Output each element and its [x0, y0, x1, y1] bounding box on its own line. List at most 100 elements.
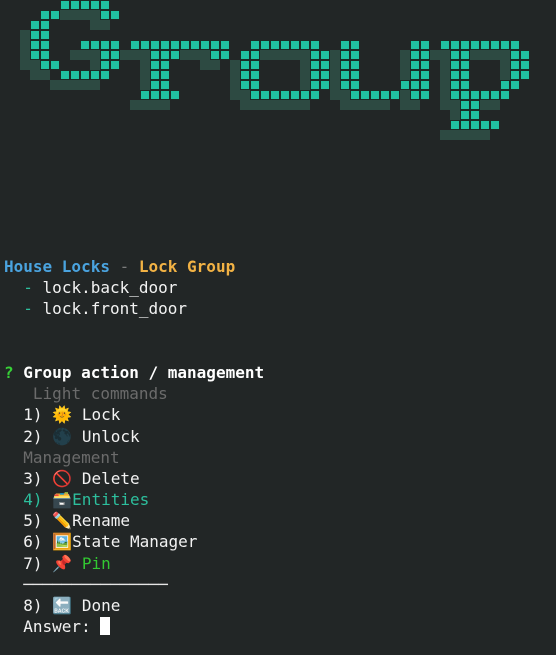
banner-block-g	[40, 30, 50, 40]
banner-block-p	[450, 50, 460, 60]
banner-block-g	[30, 30, 40, 40]
banner-block-p	[460, 120, 470, 130]
breadcrumb-separator: -	[109, 257, 139, 276]
option-number: 7)	[23, 553, 43, 573]
banner-block-g	[30, 20, 40, 30]
banner-block-u	[420, 80, 430, 90]
banner-block-u	[410, 40, 420, 50]
banner-shadow-block-u	[360, 100, 370, 110]
banner-shadow-block-u	[400, 60, 410, 70]
option-number: 6)	[23, 532, 43, 552]
section-heading-management: Management	[23, 447, 120, 467]
banner-block-u	[340, 40, 350, 50]
banner-shadow-block-r	[140, 70, 150, 80]
banner-shadow-block-p	[480, 130, 490, 140]
text-cursor[interactable]	[100, 617, 111, 636]
menu-option-entities-selected[interactable]: 4) 🗃️Entities	[4, 489, 556, 510]
banner-shadow-block-g	[90, 80, 100, 90]
banner-block-p	[510, 70, 520, 80]
banner-block-r	[220, 40, 230, 50]
menu-option-unlock[interactable]: 2) 🌑 Unlock	[4, 426, 556, 447]
banner-shadow-block-o	[300, 70, 310, 80]
banner-shadow-block-r	[180, 50, 190, 60]
menu-option-rename[interactable]: 5) ✏️Rename	[4, 510, 556, 531]
banner-block-r	[170, 50, 180, 60]
banner-block-p	[460, 80, 470, 90]
banner-shadow-block-r	[200, 60, 210, 70]
menu-option-done[interactable]: 8) 🔙 Done	[4, 595, 556, 616]
banner-block-u	[420, 50, 430, 60]
banner-block-u	[370, 90, 380, 100]
banner-block-p	[460, 50, 470, 60]
banner-block-g	[60, 0, 70, 10]
banner-shadow-block-p	[440, 80, 450, 90]
banner-shadow-block-p	[450, 110, 460, 120]
banner-shadow-block-g	[20, 60, 30, 70]
banner-block-r	[150, 50, 160, 60]
answer-input[interactable]: Answer:	[4, 616, 556, 637]
banner-block-g	[50, 10, 60, 20]
banner-shadow-block-u	[350, 100, 360, 110]
banner-shadow-block-g	[70, 10, 80, 20]
banner-shadow-block-u	[400, 100, 410, 110]
banner-shadow-block-u	[400, 50, 410, 60]
prohibited-icon: 🚫	[52, 468, 73, 488]
menu-option-delete[interactable]: 3) 🚫 Delete	[4, 468, 556, 489]
banner-block-o	[270, 40, 280, 50]
banner-block-r	[160, 90, 170, 100]
banner-block-p	[460, 40, 470, 50]
banner-block-o	[280, 90, 290, 100]
banner-block-o	[320, 50, 330, 60]
banner-block-g	[50, 60, 60, 70]
banner-block-p	[480, 40, 490, 50]
banner-block-g	[40, 60, 50, 70]
menu-option-lock[interactable]: 1) 🌞 Lock	[4, 404, 556, 425]
banner-shadow-block-o	[240, 90, 250, 100]
banner-block-u	[340, 80, 350, 90]
sun-icon: 🌞	[52, 405, 73, 425]
option-label: Pin	[81, 553, 111, 573]
banner-block-r	[190, 40, 200, 50]
banner-shadow-block-u	[330, 70, 340, 80]
banner-block-u	[410, 70, 420, 80]
banner-block-o	[250, 80, 260, 90]
banner-block-r	[150, 80, 160, 90]
banner-shadow-block-o	[270, 100, 280, 110]
banner-shadow-block-g	[30, 60, 40, 70]
banner-block-g	[30, 40, 40, 50]
banner-block-g	[100, 10, 110, 20]
banner-shadow-block-g	[60, 10, 70, 20]
banner-block-g	[40, 10, 50, 20]
breadcrumb: House Locks - Lock Group	[4, 256, 556, 277]
banner-block-g	[40, 20, 50, 30]
banner-shadow-block-g	[90, 10, 100, 20]
banner-block-u	[400, 80, 410, 90]
banner-block-p	[460, 90, 470, 100]
prompt-question: ? Group action / management	[4, 362, 556, 383]
menu-option-pin[interactable]: 7) 📌 Pin	[4, 553, 556, 574]
banner-shadow-block-p	[440, 130, 450, 140]
banner-block-u	[350, 50, 360, 60]
answer-label: Answer:	[23, 617, 91, 637]
banner-block-o	[250, 70, 260, 80]
option-label: Unlock	[81, 426, 140, 446]
option-label: Rename	[72, 511, 130, 531]
terminal-output: House Locks - Lock Group - lock.back_doo…	[4, 256, 556, 637]
member-entity: lock.front_door	[42, 299, 188, 319]
banner-block-u	[340, 70, 350, 80]
banner-block-g	[60, 70, 70, 80]
banner-block-p	[460, 110, 470, 120]
menu-option-state-manager[interactable]: 6) 🖼️State Manager	[4, 531, 556, 552]
banner-shadow-block-r	[130, 100, 140, 110]
banner-block-p	[470, 120, 480, 130]
banner-block-r	[210, 50, 220, 60]
banner-shadow-block-p	[500, 70, 510, 80]
banner-shadow-block-u	[330, 90, 340, 100]
option-label: Lock	[81, 405, 121, 425]
banner-block-o	[310, 60, 320, 70]
banner-shadow-block-u	[330, 50, 340, 60]
banner-shadow-block-r	[190, 50, 200, 60]
banner-block-r	[140, 40, 150, 50]
banner-shadow-block-o	[290, 50, 300, 60]
